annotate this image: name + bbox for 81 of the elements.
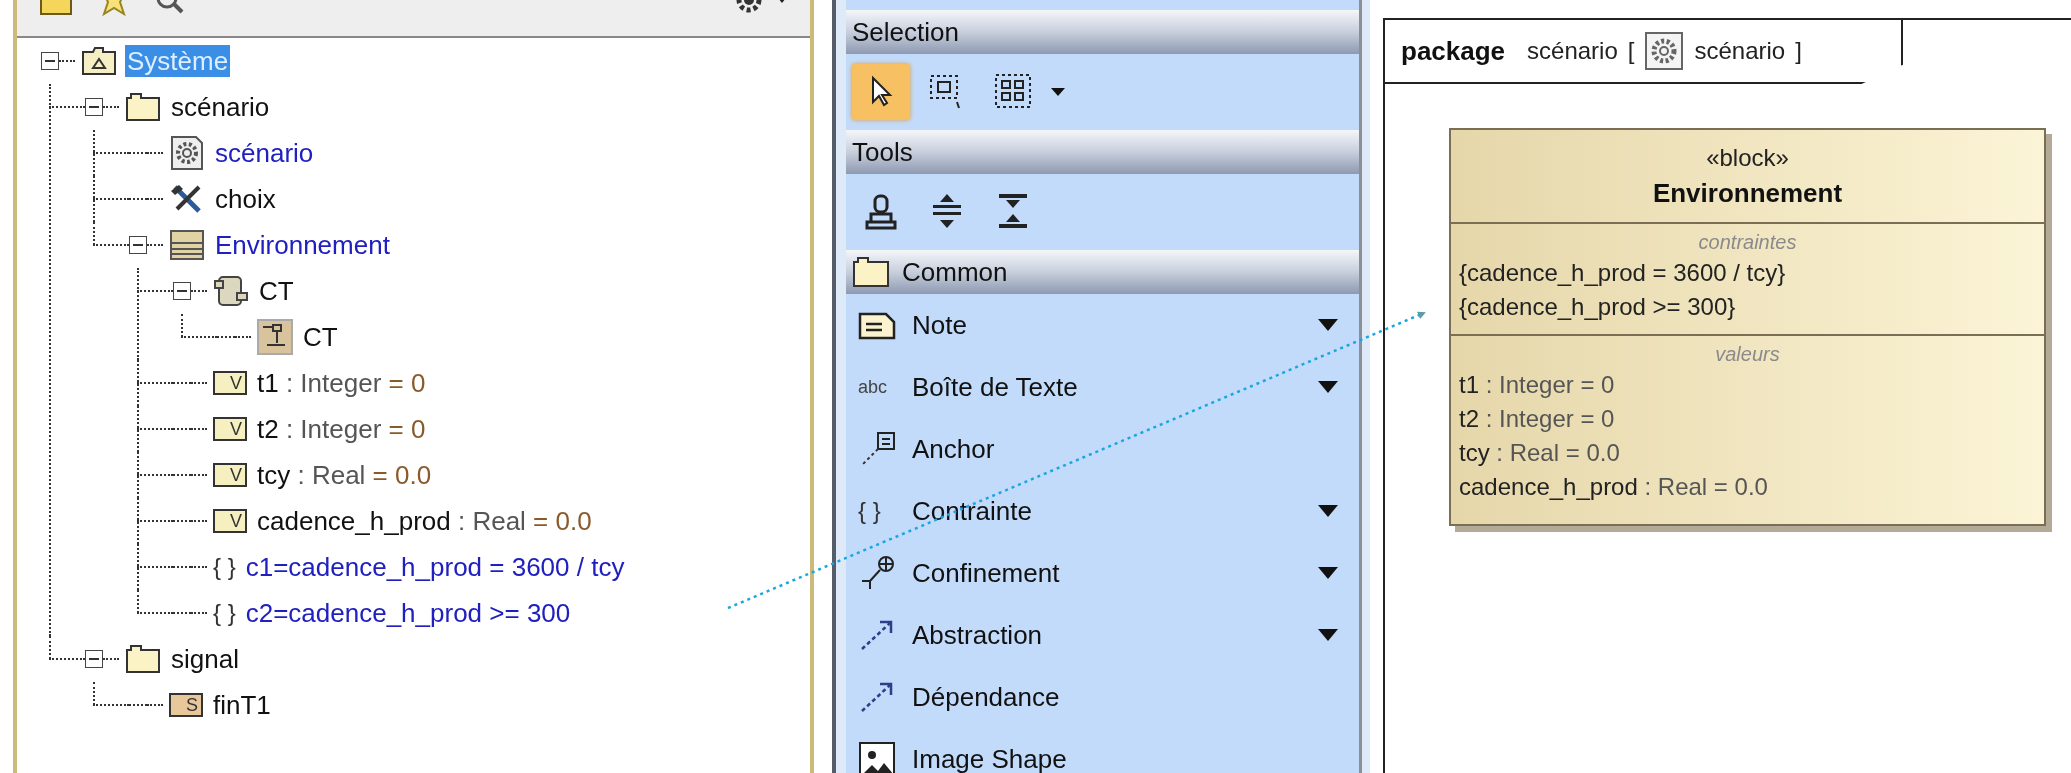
signal-icon: S xyxy=(169,693,203,717)
collapse-toggle[interactable] xyxy=(129,236,147,254)
tree-item-label[interactable]: c1=cadence_h_prod = 3600 / tcy xyxy=(243,551,627,583)
gear-icon xyxy=(169,135,205,171)
folder-icon xyxy=(125,92,161,122)
image-icon xyxy=(858,741,898,773)
value-property: cadence_h_prod : Real = 0.0 xyxy=(1459,472,1769,502)
palette-item[interactable]: Confinement xyxy=(846,542,1359,604)
collapse-toggle[interactable] xyxy=(173,282,191,300)
dropdown-caret-icon[interactable] xyxy=(1317,318,1339,332)
part-icon xyxy=(213,275,249,307)
value-icon: V xyxy=(213,509,247,533)
tree-item-label[interactable]: Environnement xyxy=(213,229,392,261)
palette-item[interactable]: Abstraction xyxy=(846,604,1359,666)
dropdown-caret-icon[interactable] xyxy=(1317,566,1339,580)
value-icon: V xyxy=(213,371,247,395)
value-icon: V xyxy=(213,463,247,487)
palette-item-label: Dépendance xyxy=(912,684,1060,710)
tree-item-label[interactable]: c2=cadence_h_prod >= 300 xyxy=(243,597,573,629)
folder-icon xyxy=(125,644,161,674)
compartment-title: valeurs xyxy=(1715,342,1780,367)
tree-item-label[interactable]: cadence_h_prod : Real = 0.0 xyxy=(255,505,594,537)
tree-item-label[interactable]: choix xyxy=(213,183,278,215)
block-icon xyxy=(169,229,205,261)
value-property: t1 : Integer = 0 xyxy=(1459,370,1616,400)
tree-item-label[interactable]: t2 : Integer = 0 xyxy=(255,413,428,445)
palette-section-header[interactable]: Common xyxy=(846,250,1359,294)
palette-item[interactable]: Anchor xyxy=(846,418,1359,480)
diagram-name: scénario xyxy=(1694,36,1786,66)
palette-item-label: Confinement xyxy=(912,560,1060,586)
palette-item-label: Boîte de Texte xyxy=(912,374,1078,400)
tree-item-label[interactable]: scénario xyxy=(213,137,316,169)
bracket: [ xyxy=(1627,36,1635,66)
palette-item-label: Image Shape xyxy=(912,746,1067,772)
tree-item-label[interactable]: signal xyxy=(169,643,241,675)
pointer-tool[interactable] xyxy=(852,64,910,120)
value-icon: V xyxy=(213,417,247,441)
tree-item-label[interactable]: CT xyxy=(301,321,340,353)
block-name: Environnement xyxy=(1652,177,1843,210)
dropdown-caret-icon[interactable] xyxy=(1317,380,1339,394)
constraint-text: {cadence_h_prod = 3600 / tcy} xyxy=(1459,258,1787,288)
palette-item[interactable]: Dépendance xyxy=(846,666,1359,728)
tree-item-label[interactable]: finT1 xyxy=(211,689,273,721)
palette-item-label: Abstraction xyxy=(912,622,1043,648)
section-title: Tools xyxy=(852,139,913,165)
value-property: tcy : Real = 0.0 xyxy=(1459,438,1621,468)
dropdown-caret-icon[interactable] xyxy=(1317,628,1339,642)
collapse-toggle[interactable] xyxy=(85,650,103,668)
palette-item-label: Anchor xyxy=(912,436,995,462)
palette-item[interactable]: Image Shape xyxy=(846,728,1359,773)
frame-keyword: package xyxy=(1401,34,1506,68)
palette-item-label: Note xyxy=(912,312,967,338)
frame-title: scénario xyxy=(1527,36,1618,66)
section-title: Common xyxy=(902,259,1008,285)
braces-icon: { } xyxy=(213,601,236,625)
part-type-icon xyxy=(257,319,293,355)
palette-item[interactable]: Note xyxy=(846,294,1359,356)
note-icon xyxy=(858,310,898,340)
folder-icon xyxy=(852,256,890,288)
braces-icon: { } xyxy=(858,499,898,523)
stereotype: «block» xyxy=(1706,143,1789,173)
tree-item-label[interactable]: t1 : Integer = 0 xyxy=(255,367,428,399)
text-box-icon: abc xyxy=(858,378,898,396)
palette-section-header[interactable]: Selection xyxy=(846,10,1359,54)
palette-item[interactable]: abc Boîte de Texte xyxy=(846,356,1359,418)
tree-item-label[interactable]: CT xyxy=(257,275,296,307)
tree-item-label[interactable]: scénario xyxy=(169,91,272,123)
dropdown-caret-icon[interactable] xyxy=(1050,87,1066,97)
gear-icon xyxy=(1644,31,1685,71)
constraint-text: {cadence_h_prod >= 300} xyxy=(1459,292,1737,322)
dropdown-caret-icon[interactable] xyxy=(1317,504,1339,518)
braces-icon: { } xyxy=(213,555,236,579)
value-property: t2 : Integer = 0 xyxy=(1459,404,1616,434)
collapse-toggle[interactable] xyxy=(41,52,59,70)
palette-section-header[interactable]: Tools xyxy=(846,130,1359,174)
compartment-title: contraintes xyxy=(1698,230,1797,255)
bracket: ] xyxy=(1795,36,1802,66)
section-title: Selection xyxy=(852,19,959,45)
tree-item-label[interactable]: tcy : Real = 0.0 xyxy=(255,459,434,491)
collapse-toggle[interactable] xyxy=(85,98,103,116)
model-icon xyxy=(81,46,117,76)
